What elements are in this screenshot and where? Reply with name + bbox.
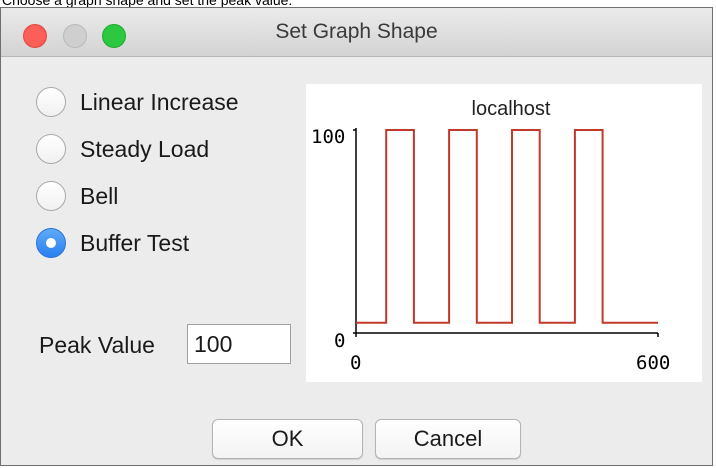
radio-circle-icon[interactable] — [36, 181, 66, 211]
chart-title: localhost — [472, 98, 551, 120]
graph-svg: localhost 100 0 0 600 — [311, 98, 670, 374]
y-tick-label-min: 0 — [334, 330, 345, 352]
radio-label: Steady Load — [80, 135, 210, 162]
window-title: Set Graph Shape — [275, 20, 438, 43]
y-tick-label-max: 100 — [311, 126, 345, 148]
radio-circle-icon[interactable] — [36, 87, 66, 117]
radio-circle-icon[interactable] — [36, 134, 66, 164]
radio-label: Bell — [80, 182, 119, 209]
x-tick-label-max: 600 — [636, 352, 670, 374]
title-bar: Set Graph Shape — [1, 8, 712, 57]
radio-bell[interactable]: Bell — [36, 179, 118, 213]
radio-selected-icon[interactable] — [36, 228, 66, 258]
series-line-buffer — [356, 129, 658, 324]
peak-value-label: Peak Value — [39, 332, 155, 358]
peak-value-input[interactable] — [187, 324, 291, 364]
graph-preview: localhost 100 0 0 600 — [306, 84, 702, 382]
radio-label: Buffer Test — [80, 229, 190, 256]
radio-linear-increase[interactable]: Linear Increase — [36, 85, 239, 119]
radio-label: Linear Increase — [80, 88, 239, 115]
radio-buffer-test[interactable]: Buffer Test — [36, 226, 189, 260]
ok-button[interactable]: OK — [212, 419, 363, 459]
x-tick-label-min: 0 — [350, 352, 361, 374]
dialog-window: Set Graph Shape Linear Increase Steady L… — [0, 7, 713, 466]
radio-steady-load[interactable]: Steady Load — [36, 132, 209, 166]
cancel-button[interactable]: Cancel — [375, 419, 521, 459]
